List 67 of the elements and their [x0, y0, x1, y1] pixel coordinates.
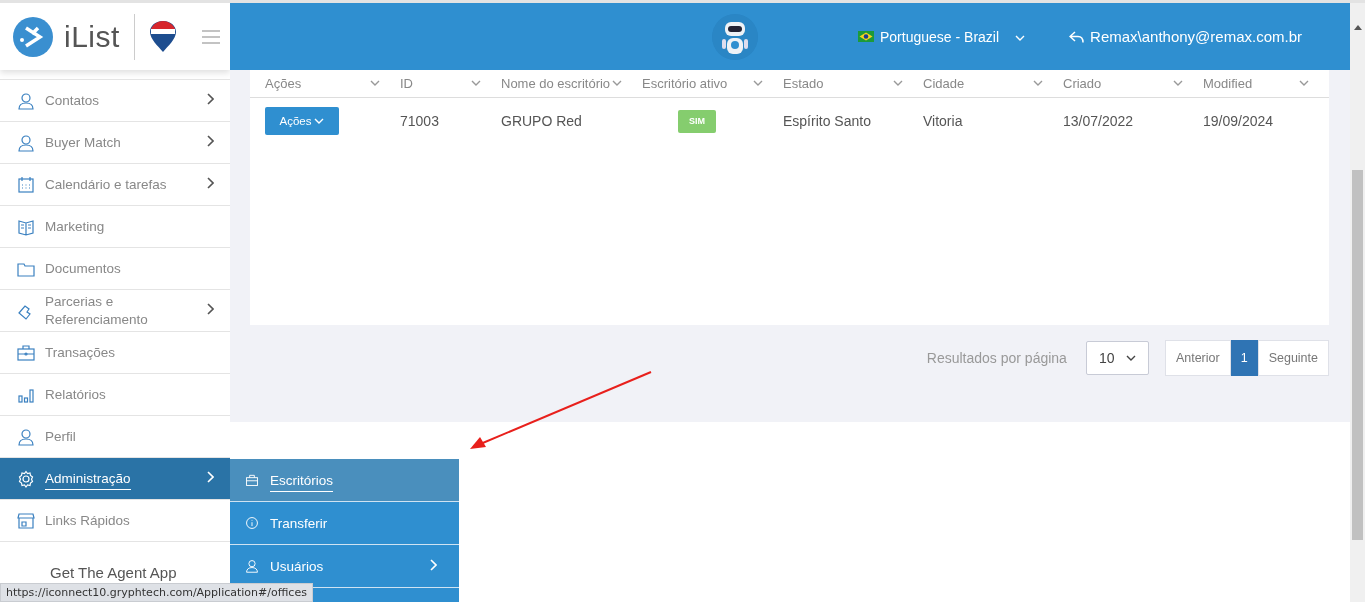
status-badge: SIM [678, 109, 716, 133]
sidebar-item[interactable]: Administração [0, 457, 230, 499]
settings-icon [17, 469, 35, 488]
chevron-right-icon [206, 177, 214, 189]
column-header[interactable]: Modified [1203, 76, 1253, 91]
submenu-item[interactable]: Transferir [230, 502, 459, 545]
agent-app-link[interactable]: Get The Agent App [50, 564, 177, 581]
next-button[interactable]: Seguinte [1257, 340, 1329, 376]
column-header[interactable]: Ações [265, 76, 302, 91]
logo-icon [12, 15, 54, 58]
chevron-down-icon [1015, 34, 1026, 42]
briefcase-icon [17, 343, 35, 362]
table-cell: GRUPO Red [501, 113, 582, 129]
status-url-tooltip: https://iconnect10.gryphtech.com/Application#/offices [0, 583, 313, 602]
info-icon [245, 516, 259, 530]
column-header[interactable]: Estado [783, 76, 824, 91]
submenu-item[interactable]: Escritórios [230, 459, 459, 502]
scroll-up-icon[interactable] [1353, 25, 1362, 30]
table-cell: 71003 [400, 113, 439, 129]
book-icon [17, 217, 35, 236]
column-header[interactable]: ID [400, 76, 413, 91]
person-icon [17, 133, 35, 152]
chevron-down-icon [1299, 80, 1309, 87]
table-cell: Espírito Santo [783, 113, 871, 129]
user-account[interactable]: Remax\anthony@remax.com.br [1069, 28, 1303, 45]
chevron-down-icon [471, 80, 481, 87]
sidebar-item[interactable]: Transações [0, 331, 230, 373]
chevron-down-icon [612, 80, 622, 87]
sidebar-item[interactable]: Links Rápidos [0, 499, 230, 542]
calendar-icon [17, 175, 35, 194]
page-size-select[interactable]: 10 [1085, 341, 1149, 375]
chevron-down-icon [1173, 80, 1183, 87]
contacts-icon [17, 91, 35, 110]
chevron-down-icon [753, 80, 763, 87]
users-icon [245, 559, 259, 573]
chevron-right-icon [206, 135, 214, 147]
sidebar-item[interactable]: Calendário e tarefas [0, 163, 230, 205]
reply-icon [1069, 30, 1085, 43]
previous-button[interactable]: Anterior [1164, 340, 1231, 376]
column-header[interactable]: Escritório ativo [642, 76, 728, 91]
table-cell: Vitoria [923, 113, 963, 129]
scrollbar[interactable] [1350, 3, 1365, 602]
chevron-right-icon [206, 471, 214, 483]
page-size-label: Resultados por página [926, 350, 1067, 366]
language-selector[interactable]: Portuguese - Brazil [858, 28, 1026, 45]
column-header[interactable]: Cidade [923, 76, 965, 91]
briefcase-icon [245, 473, 259, 487]
person-icon [17, 427, 35, 446]
column-header[interactable]: Criado [1063, 76, 1102, 91]
chevron-down-icon [370, 80, 380, 87]
chevron-right-icon [206, 303, 214, 315]
page-button[interactable]: 1 [1230, 340, 1258, 376]
submenu-item[interactable]: Usuários [230, 545, 459, 588]
column-header[interactable]: Nome do escritório [501, 76, 611, 91]
chevron-down-icon [314, 117, 325, 125]
chevron-down-icon [893, 80, 903, 87]
balloon-icon [148, 19, 177, 54]
chevron-down-icon [1033, 80, 1043, 87]
actions-button[interactable]: Ações [265, 107, 339, 135]
flag-icon [858, 31, 874, 42]
store-icon [17, 511, 35, 530]
table-cell: 19/09/2024 [1203, 113, 1274, 129]
chevron-right-icon [206, 93, 214, 105]
brand-name: iList [64, 19, 120, 54]
chevron-right-icon [429, 558, 437, 571]
chevron-down-icon [1125, 354, 1136, 362]
table-cell: 13/07/2022 [1063, 113, 1134, 129]
